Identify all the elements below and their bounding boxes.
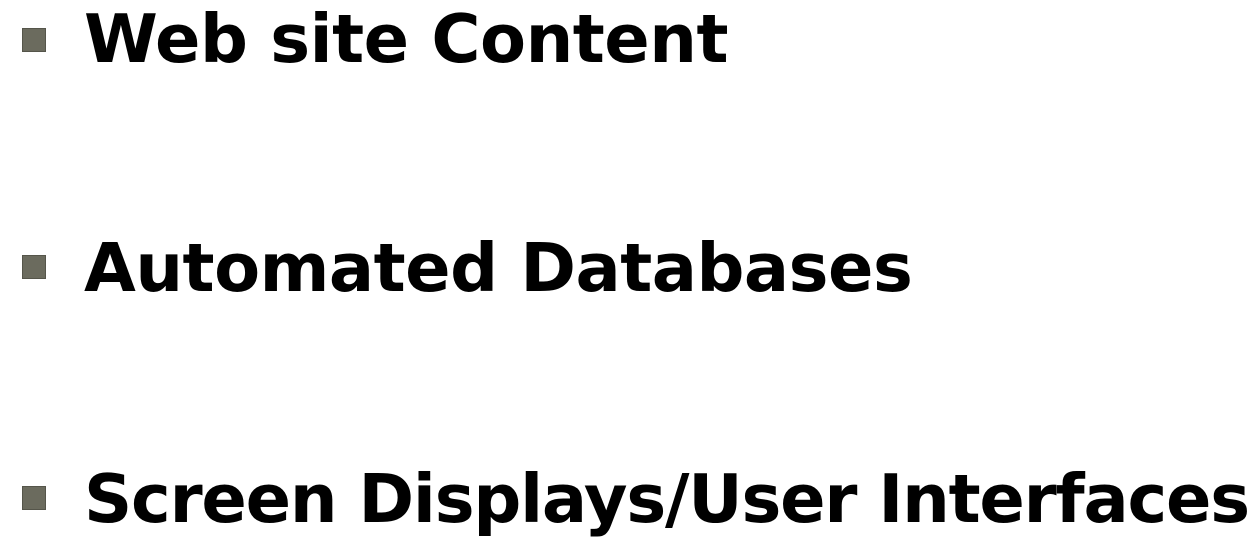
bullet-text: Screen Displays/User Interfaces bbox=[84, 460, 1250, 538]
square-bullet-icon bbox=[22, 28, 46, 52]
square-bullet-icon bbox=[22, 486, 46, 510]
bullet-text: Automated Databases bbox=[84, 229, 913, 307]
slide: Web site Content Automated Databases Scr… bbox=[0, 0, 1260, 543]
square-bullet-icon bbox=[22, 255, 46, 279]
bullet-text: Web site Content bbox=[84, 0, 728, 78]
